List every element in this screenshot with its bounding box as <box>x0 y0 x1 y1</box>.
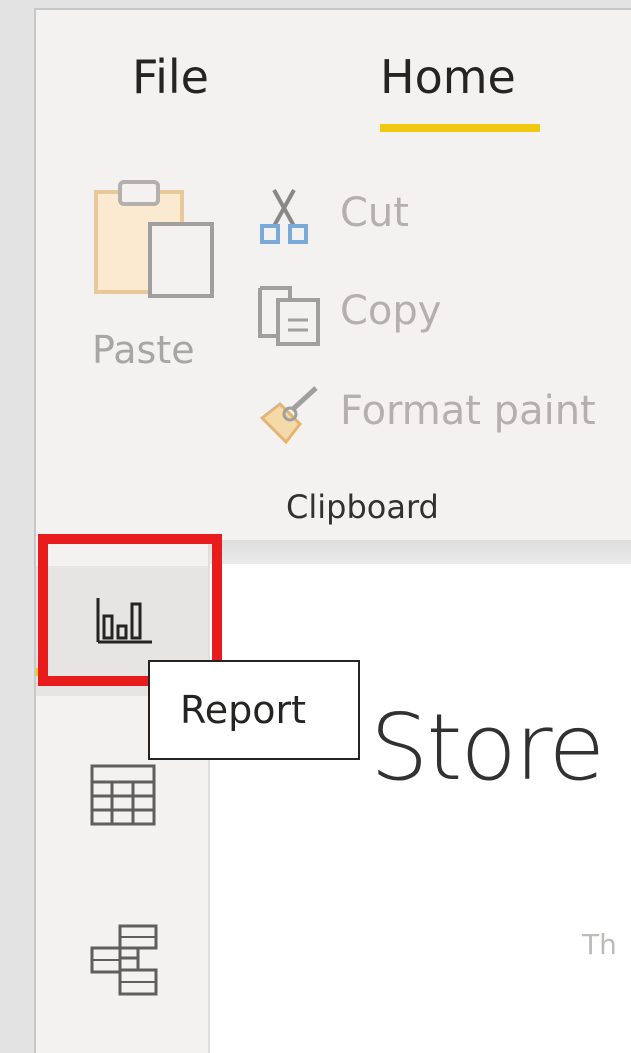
active-tab-indicator <box>380 124 540 132</box>
tooltip-text: Report <box>180 688 306 732</box>
table-grid-icon <box>90 764 156 826</box>
tooltip: Report <box>148 660 360 760</box>
paste-label: Paste <box>92 328 195 372</box>
paste-icon <box>94 180 214 298</box>
clipboard-group-label: Clipboard <box>286 488 439 526</box>
paintbrush-icon <box>259 386 318 445</box>
copy-label: Copy <box>340 288 442 334</box>
model-relationships-icon <box>90 924 158 996</box>
report-canvas[interactable]: Store Th <box>210 564 631 1053</box>
scissors-icon <box>260 189 308 244</box>
tab-file[interactable]: File <box>132 50 209 104</box>
copy-button[interactable]: Copy <box>256 284 631 346</box>
format-painter-label: Format paint <box>340 388 596 434</box>
view-nav <box>36 540 210 1053</box>
nav-model-view[interactable] <box>36 900 208 1030</box>
bar-chart-icon <box>96 598 152 644</box>
app-window: File Home Paste Cut Copy Format paint Cl… <box>34 8 631 1053</box>
canvas-subtitle: Th <box>582 928 617 961</box>
tab-home[interactable]: Home <box>380 50 516 104</box>
paste-button[interactable]: Paste <box>92 170 220 390</box>
copy-icon <box>258 286 320 346</box>
cut-button[interactable]: Cut <box>256 186 631 246</box>
format-painter-button[interactable]: Format paint <box>256 384 631 445</box>
active-view-indicator <box>36 668 48 676</box>
ribbon-bottom-edge <box>208 540 631 564</box>
canvas-title: Store <box>370 694 605 801</box>
cut-label: Cut <box>340 190 409 236</box>
